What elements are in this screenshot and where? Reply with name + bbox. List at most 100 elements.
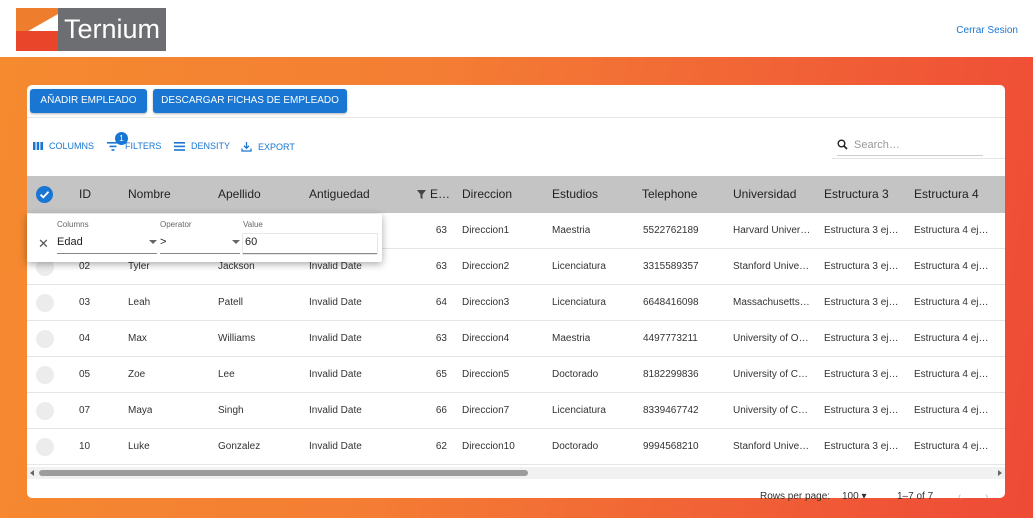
cell-nombre: Max (128, 333, 147, 344)
scrollbar-thumb[interactable] (39, 470, 528, 476)
cell-universidad: Harvard Univer… (733, 225, 811, 236)
cell-telephone: 8182299836 (643, 369, 699, 380)
value-input[interactable]: 60 (243, 234, 377, 254)
cell-edad: 63 (435, 225, 447, 236)
header-direccion[interactable]: Direccion (462, 176, 512, 213)
cell-estructura3: Estructura 3 ej… (824, 225, 899, 236)
search-input[interactable]: Search… (837, 134, 983, 156)
cell-id: 10 (79, 441, 91, 452)
header-universidad[interactable]: Universidad (733, 176, 796, 213)
row-checkbox[interactable] (36, 330, 54, 348)
check-icon (39, 191, 50, 199)
row-checkbox[interactable] (36, 402, 54, 420)
column-select-value: Edad (57, 236, 83, 248)
logout-link[interactable]: Cerrar Sesion (956, 25, 1018, 36)
cell-apellido: Lee (218, 369, 235, 380)
cell-edad: 65 (435, 369, 447, 380)
table-row[interactable]: 04 Max Williams Invalid Date 63 Direccion4 Mae… (27, 321, 1005, 357)
table-row[interactable]: 07 Maya Singh Invalid Date 66 Direccion7 Licen… (27, 393, 1005, 429)
cell-estructura3: Estructura 3 ej… (824, 261, 899, 272)
header-antiguedad[interactable]: Antiguedad (309, 176, 370, 213)
scroll-left-icon[interactable] (30, 470, 34, 476)
cell-estructura4: Estructura 4 ej… (914, 297, 989, 308)
cell-edad: 64 (435, 297, 447, 308)
columns-button[interactable]: COLUMNS (33, 141, 94, 151)
cell-estructura4: Estructura 4 ej… (914, 333, 989, 344)
header-estructura3[interactable]: Estructura 3 (824, 176, 889, 213)
top-bar: Ternium Cerrar Sesion (0, 0, 1033, 57)
cell-id: 07 (79, 405, 91, 416)
ternium-logo[interactable]: Ternium (16, 8, 167, 51)
cell-estructura4: Estructura 4 ej… (914, 261, 989, 272)
columns-icon (33, 142, 43, 150)
cell-apellido: Singh (218, 405, 244, 416)
scroll-right-icon[interactable] (998, 470, 1002, 476)
table-row[interactable]: 03 Leah Patell Invalid Date 64 Direccion3 Lice… (27, 285, 1005, 321)
cell-telephone: 8339467742 (643, 405, 699, 416)
cell-nombre: Maya (128, 405, 153, 416)
cell-edad: 62 (435, 441, 447, 452)
cell-id: 05 (79, 369, 91, 380)
pagination-range: 1–7 of 7 (897, 491, 934, 502)
filter-count-badge: 1 (115, 132, 128, 145)
cell-edad: 63 (435, 261, 447, 272)
export-label: EXPORT (258, 141, 295, 152)
filter-active-icon (417, 190, 426, 199)
toolbar-divider (832, 158, 1005, 159)
operator-field-label: Operator (160, 220, 192, 229)
next-page-icon[interactable]: › (985, 491, 988, 502)
header-apellido[interactable]: Apellido (218, 176, 261, 213)
rows-per-page-value: 100 (842, 491, 859, 502)
cell-direccion: Direccion4 (462, 333, 510, 344)
value-input-text: 60 (245, 236, 258, 248)
select-all-checkbox[interactable] (36, 186, 53, 203)
download-icon (241, 142, 252, 152)
search-icon (837, 139, 848, 150)
cell-direccion: Direccion5 (462, 369, 510, 380)
cell-apellido: Gonzalez (218, 441, 261, 452)
header-nombre[interactable]: Nombre (128, 176, 171, 213)
header-telephone[interactable]: Telephone (642, 176, 697, 213)
header-id[interactable]: ID (79, 176, 91, 213)
density-button[interactable]: DENSITY (174, 141, 230, 151)
chevron-down-icon (149, 240, 157, 244)
cell-estructura3: Estructura 3 ej… (824, 441, 899, 452)
chevron-down-icon (232, 240, 240, 244)
cell-estructura3: Estructura 3 ej… (824, 297, 899, 308)
row-checkbox[interactable] (36, 294, 54, 312)
prev-page-icon[interactable]: ‹ (958, 491, 961, 502)
cell-telephone: 3315589357 (643, 261, 699, 272)
columns-label: COLUMNS (49, 141, 95, 151)
cell-apellido: Williams (218, 333, 256, 344)
export-button[interactable]: EXPORT (241, 141, 295, 152)
header-estructura4[interactable]: Estructura 4 (914, 176, 979, 213)
filters-button[interactable]: FILTERS (107, 141, 161, 151)
remove-filter-button[interactable]: ✕ (38, 236, 49, 252)
row-checkbox[interactable] (36, 438, 54, 456)
cell-telephone: 6648416098 (643, 297, 699, 308)
cell-edad: 63 (435, 333, 447, 344)
ternium-logo-mark (16, 8, 58, 51)
table-row[interactable]: 10 Luke Gonzalez Invalid Date 62 Direccion10 D… (27, 429, 1005, 465)
cell-estructura3: Estructura 3 ej… (824, 405, 899, 416)
operator-select[interactable]: > (160, 234, 240, 254)
table-row[interactable]: 05 Zoe Lee Invalid Date 65 Direccion5 Doctorad… (27, 357, 1005, 393)
divider (27, 117, 1005, 118)
cell-nombre: Leah (128, 297, 151, 308)
cell-direccion: Direccion1 (462, 225, 510, 236)
rows-per-page-label: Rows per page: (760, 491, 831, 502)
density-icon (174, 141, 185, 151)
value-field-label: Value (243, 220, 263, 229)
rows-per-page-select[interactable]: 100 ▾ (842, 491, 867, 502)
download-sheets-button[interactable]: DESCARGAR FICHAS DE EMPLEADO (153, 89, 347, 113)
horizontal-scrollbar[interactable] (27, 467, 1005, 479)
add-employee-button[interactable]: AÑADIR EMPLEADO (30, 89, 147, 113)
cell-direccion: Direccion7 (462, 405, 510, 416)
cell-nombre: Zoe (128, 369, 146, 380)
cell-antiguedad: Invalid Date (309, 405, 362, 416)
cell-direccion: Direccion2 (462, 261, 510, 272)
row-checkbox[interactable] (36, 366, 54, 384)
header-estudios[interactable]: Estudios (552, 176, 598, 213)
header-edad[interactable]: E… (417, 176, 450, 213)
column-select[interactable]: Edad (57, 234, 157, 254)
